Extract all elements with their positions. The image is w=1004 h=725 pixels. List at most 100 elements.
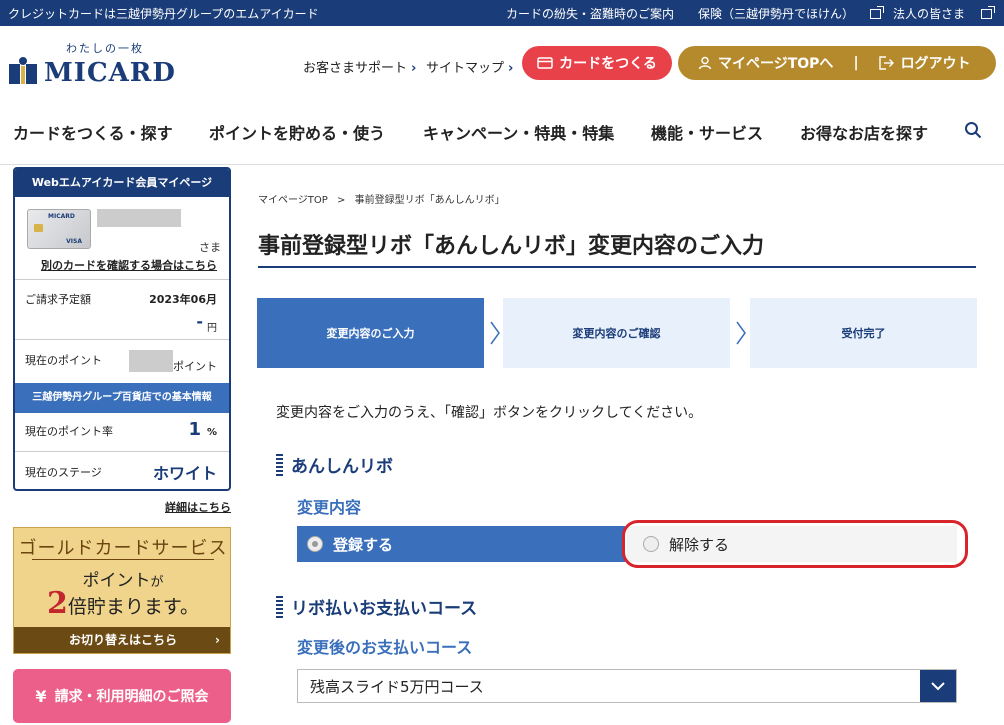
mypage-top-label: マイページTOPへ	[718, 56, 834, 72]
gold-banner-rule	[32, 559, 214, 560]
sitemap-link[interactable]: サイトマップ ›	[426, 57, 513, 76]
mypage-bar: マイページTOPへ | ログアウト	[678, 46, 996, 80]
redacted-name	[97, 209, 181, 227]
chevron-right-icon	[490, 321, 500, 345]
nav-divider	[0, 164, 1004, 165]
gold-banner-line3: 2倍貯まります。	[14, 586, 230, 621]
micard-logo[interactable]: わたしの一枚 MICARD	[8, 40, 178, 90]
section-anshin-title: あんしんリボ	[291, 457, 393, 477]
gold-footer-label: お切り替えはこちら	[68, 633, 177, 647]
step-confirm: 変更内容のご確認	[503, 298, 730, 368]
member-info-panel: Webエムアイカード会員マイページ MICARD VISA さま 別のカードを確…	[13, 167, 231, 491]
chevron-right-icon: ›	[411, 61, 417, 76]
instruction-text: 変更内容をご入力のうえ、「確認」ボタンをクリックしてください。	[276, 405, 703, 421]
billing-month: 2023年06月	[149, 293, 217, 306]
radio-cancel-label: 解除する	[669, 535, 730, 554]
chevron-right-icon	[736, 321, 746, 345]
page-title: 事前登録型リボ「あんしんリボ」変更内容のご入力	[258, 234, 765, 259]
section-course-heading: リボ払いお支払いコース	[276, 594, 477, 619]
chevron-right-icon: ›	[508, 61, 514, 76]
payment-course-value: 残高スライド5万円コース	[310, 677, 484, 696]
lost-card-label: カードの紛失・盗難時のご案内	[505, 7, 674, 21]
card-network: VISA	[66, 238, 82, 245]
breadcrumb-mypage[interactable]: マイページTOP	[258, 195, 328, 206]
change-content-label: 変更内容	[297, 498, 362, 517]
rate-unit: %	[206, 427, 217, 438]
breadcrumb-current: 事前登録型リボ「あんしんリボ」	[354, 195, 505, 206]
breadcrumb: マイページTOP > 事前登録型リボ「あんしんリボ」	[258, 191, 505, 206]
chevron-down-icon	[920, 670, 956, 702]
nav-campaign[interactable]: キャンペーン・特典・特集	[423, 120, 614, 144]
billing-statement-button[interactable]: ¥ 請求・利用明細のご照会	[13, 669, 231, 723]
rate-value: 1	[188, 419, 201, 440]
honorific: さま	[199, 241, 221, 254]
logo-mark-icon	[9, 57, 37, 84]
top-bar: クレジットカードは三越伊勢丹グループのエムアイカード カードの紛失・盗難時のご案…	[0, 0, 1004, 26]
card-thumbnail: MICARD VISA	[27, 209, 91, 249]
stage-row: 現在のステージ ホワイト	[15, 451, 229, 489]
billing-row: ご請求予定額 2023年06月 - 円	[15, 279, 229, 339]
insurance-link[interactable]: 保険（三越伊勢丹でほけん）	[697, 5, 884, 22]
logout-button[interactable]: ログアウト	[878, 53, 971, 73]
billing-label: ご請求予定額	[25, 293, 91, 306]
section-anshin-heading: あんしんリボ	[276, 452, 393, 477]
radio-cancel[interactable]: 解除する	[627, 526, 957, 562]
group-info-band: 三越伊勢丹グループ百貨店での基本情報	[15, 383, 229, 413]
rate-label: 現在のポイント率	[25, 425, 113, 438]
person-icon	[698, 56, 712, 70]
billing-amount: -	[196, 312, 203, 331]
breadcrumb-separator: >	[337, 195, 346, 206]
radio-register[interactable]: 登録する	[297, 526, 625, 562]
external-link-icon	[981, 5, 995, 19]
mypage-top-button[interactable]: マイページTOPへ	[698, 53, 833, 73]
gold-banner-footer: お切り替えはこちら ›	[14, 627, 230, 653]
gold-card-banner[interactable]: ゴールドカードサービス ポイントが 2倍貯まります。 お切り替えはこちら ›	[13, 527, 231, 654]
section-course-title: リボ払いお支払いコース	[291, 599, 478, 619]
billing-statement-label: 請求・利用明細のご照会	[54, 689, 209, 705]
sitemap-label: サイトマップ	[426, 61, 505, 76]
section-bar-icon	[276, 453, 283, 476]
nav-points[interactable]: ポイントを貯める・使う	[209, 120, 385, 144]
points-unit: ポイント	[173, 360, 217, 373]
card-brand: MICARD	[48, 213, 75, 220]
support-link[interactable]: お客さまサポート ›	[303, 57, 416, 76]
logout-label: ログアウト	[900, 56, 971, 72]
insurance-label: 保険（三越伊勢丹でほけん）	[697, 7, 854, 21]
make-card-button[interactable]: カードをつくる	[522, 46, 672, 80]
search-icon[interactable]	[964, 121, 982, 139]
stage-detail-link[interactable]: 詳細はこちら	[165, 499, 231, 515]
make-card-label: カードをつくる	[559, 56, 657, 72]
radio-selected-icon	[307, 536, 323, 552]
external-link-icon	[869, 5, 884, 19]
gold-line3-b: 倍貯まります。	[67, 596, 199, 618]
section-bar-icon	[276, 595, 283, 618]
step-input: 変更内容のご入力	[257, 298, 484, 368]
points-row: 現在のポイント ポイント	[15, 339, 229, 383]
other-card-link[interactable]: 別のカードを確認する場合はこちら	[41, 257, 217, 273]
stage-value: ホワイト	[152, 464, 217, 483]
redacted-points	[129, 350, 173, 372]
logo-wordmark: MICARD	[44, 58, 176, 88]
nav-make-card[interactable]: カードをつくる・探す	[13, 120, 173, 144]
title-underline	[258, 266, 976, 268]
nav-services[interactable]: 機能・サービス	[651, 120, 763, 144]
support-label: お客さまサポート	[303, 61, 408, 76]
card-icon	[537, 57, 553, 69]
nav-shops[interactable]: お得なお店を探す	[800, 120, 928, 144]
mypage-divider: |	[853, 55, 859, 71]
stage-label: 現在のステージ	[25, 466, 102, 479]
member-panel-title: Webエムアイカード会員マイページ	[15, 169, 229, 197]
logout-icon	[878, 56, 894, 70]
gold-multiplier: 2	[47, 586, 68, 621]
gold-banner-title: ゴールドカードサービス	[18, 538, 228, 559]
card-chip-icon	[34, 224, 43, 232]
corporate-link[interactable]: 法人の皆さま	[893, 5, 995, 22]
yen-icon: ¥	[35, 686, 47, 706]
radio-unselected-icon	[643, 536, 659, 552]
step-complete: 受付完了	[750, 298, 977, 368]
payment-course-select[interactable]: 残高スライド5万円コース	[297, 669, 957, 703]
lost-card-link[interactable]: カードの紛失・盗難時のご案内	[506, 5, 686, 22]
top-bar-tagline: クレジットカードは三越伊勢丹グループのエムアイカード	[8, 7, 319, 21]
billing-unit: 円	[207, 323, 217, 334]
payment-course-label: 変更後のお支払いコース	[297, 638, 473, 657]
